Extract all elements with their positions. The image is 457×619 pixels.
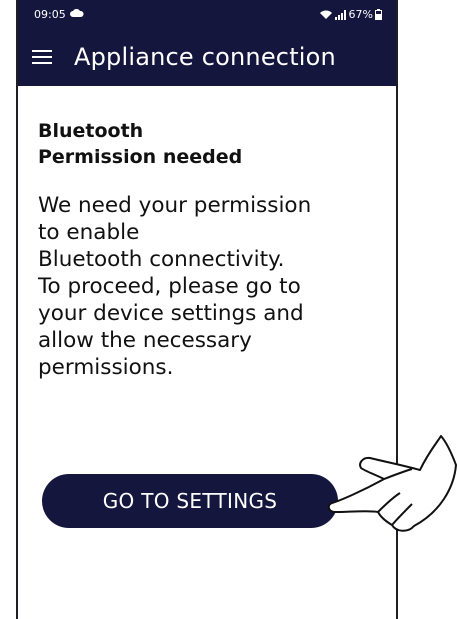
heading-line: Permission needed (38, 146, 243, 168)
permission-message: Bluetooth Permission needed We need your… (38, 118, 378, 381)
wifi-icon (319, 10, 332, 19)
battery-icon (375, 9, 382, 20)
permission-body: We need your permission to enable Blueto… (38, 192, 378, 381)
body-line: permissions. (38, 355, 174, 380)
pointing-hand-icon (327, 435, 457, 532)
status-icons: 67% (319, 8, 382, 21)
heading-line: Bluetooth (38, 120, 144, 142)
signal-icon (334, 9, 346, 20)
page-title: Appliance connection (74, 43, 336, 71)
body-line: Bluetooth connectivity. (38, 247, 285, 272)
status-bar: 09:05 67% (18, 0, 396, 30)
app-bar: Appliance connection (18, 30, 396, 86)
cloud-icon (70, 9, 84, 17)
hamburger-menu-icon[interactable] (32, 50, 52, 64)
status-time: 09:05 (34, 8, 66, 21)
battery-percent: 67% (348, 8, 373, 21)
body-line: To proceed, please go to (38, 274, 301, 299)
body-line: your device settings and (38, 301, 304, 326)
permission-heading: Bluetooth Permission needed (38, 118, 378, 170)
body-line: allow the necessary (38, 328, 252, 353)
body-line: to enable (38, 220, 140, 245)
go-to-settings-button[interactable]: GO TO SETTINGS (42, 474, 338, 528)
body-line: We need your permission (38, 193, 312, 218)
